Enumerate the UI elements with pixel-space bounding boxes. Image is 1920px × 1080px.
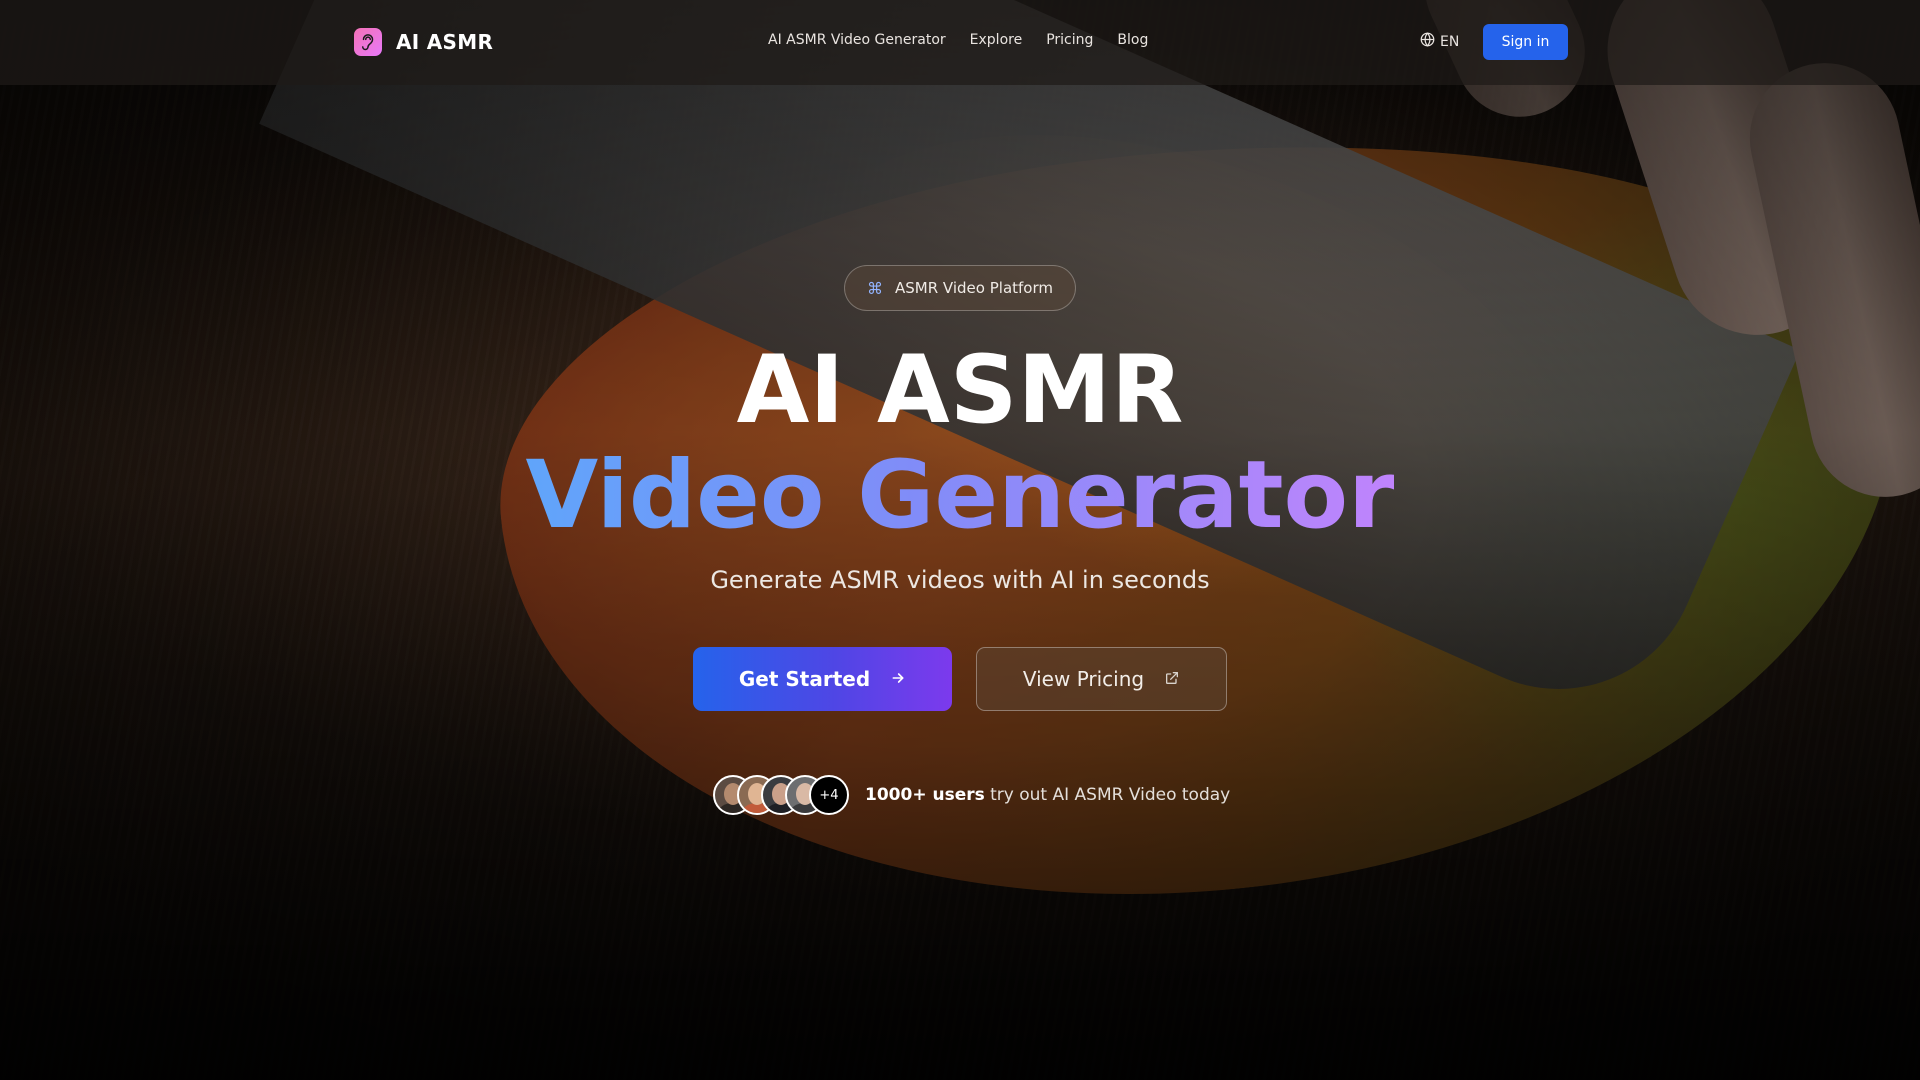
- badge-label: ASMR Video Platform: [895, 279, 1053, 297]
- view-pricing-button[interactable]: View Pricing: [976, 647, 1227, 711]
- social-proof-caption: try out AI ASMR Video today: [990, 785, 1231, 805]
- nav-item-video-generator[interactable]: AI ASMR Video Generator: [768, 32, 946, 48]
- external-link-icon: [1164, 667, 1180, 691]
- social-proof-highlight: 1000+ users: [865, 785, 985, 805]
- top-navbar: AI ASMR AI ASMR Video Generator Explore …: [0, 0, 1920, 85]
- platform-badge: ⌘ ASMR Video Platform: [844, 265, 1076, 311]
- brand-name: AI ASMR: [396, 30, 494, 54]
- main-nav: AI ASMR Video Generator Explore Pricing …: [768, 32, 1148, 48]
- sign-in-button[interactable]: Sign in: [1483, 24, 1568, 60]
- more-users-count: +4: [809, 775, 849, 815]
- language-selector[interactable]: EN: [1420, 32, 1459, 51]
- command-icon: ⌘: [867, 278, 884, 298]
- view-pricing-label: View Pricing: [1022, 667, 1145, 691]
- social-proof-text: 1000+ users try out AI ASMR Video today: [865, 785, 1230, 805]
- nav-item-explore[interactable]: Explore: [970, 32, 1023, 48]
- language-label: EN: [1440, 33, 1460, 50]
- globe-icon: [1420, 32, 1435, 51]
- hero-title-gradient-text: Video Generator: [525, 441, 1395, 550]
- get-started-label: Get Started: [738, 667, 871, 691]
- hero-title-line1: AI ASMR: [736, 336, 1184, 445]
- get-started-button[interactable]: Get Started: [693, 647, 952, 711]
- arrow-right-icon: [890, 667, 906, 691]
- social-proof: +4 1000+ users try out AI ASMR Video tod…: [713, 775, 1230, 815]
- user-avatars: +4: [713, 775, 849, 815]
- ear-icon: [354, 28, 382, 56]
- nav-item-pricing[interactable]: Pricing: [1046, 32, 1093, 48]
- hero-subtitle: Generate ASMR videos with AI in seconds: [710, 566, 1210, 594]
- hero-title-line2: Video Generator: [0, 440, 1920, 552]
- nav-item-blog[interactable]: Blog: [1117, 32, 1148, 48]
- brand-link[interactable]: AI ASMR: [354, 28, 493, 56]
